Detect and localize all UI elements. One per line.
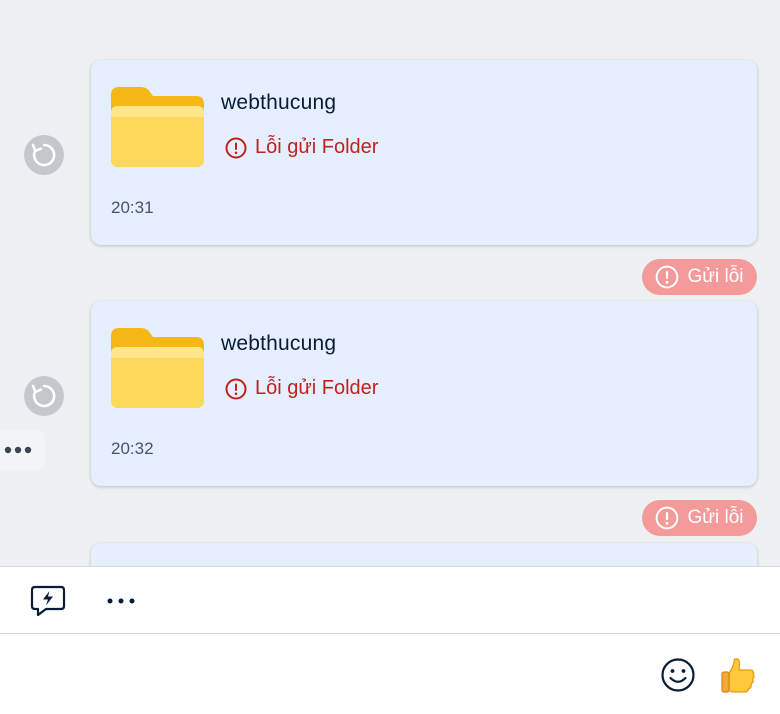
file-message-card[interactable]: webthucung Lỗi gửi Folder 20:32: [91, 301, 757, 486]
emoji-button[interactable]: [660, 657, 696, 693]
message-input[interactable]: [20, 644, 640, 704]
thumbs-up-icon: [721, 658, 755, 693]
retry-icon: [31, 384, 56, 408]
send-error: Lỗi gửi Folder: [225, 136, 378, 159]
send-error: Lỗi gửi Folder: [225, 377, 378, 400]
file-name: webthucung: [221, 332, 337, 355]
quick-message-button[interactable]: [28, 581, 68, 621]
send-failed-badge: Gửi lỗi: [642, 259, 757, 295]
folder-icon: [111, 328, 204, 408]
error-circle-icon: [225, 137, 247, 158]
send-failed-text: Gửi lỗi: [687, 266, 744, 287]
file-name: webthucung: [221, 91, 337, 114]
file-message-card[interactable]: [91, 543, 757, 566]
emoji-icon: [661, 658, 695, 692]
message-time: 20:31: [111, 198, 154, 217]
retry-send-button[interactable]: [24, 376, 64, 416]
message-more-button[interactable]: [0, 430, 45, 470]
error-text: Lỗi gửi Folder: [255, 136, 379, 158]
chat-area: webthucung Lỗi gửi Folder 20:31 Gửi lỗi: [0, 0, 780, 566]
error-circle-icon: [656, 506, 679, 530]
more-dots-icon: [4, 446, 32, 454]
send-failed-badge: Gửi lỗi: [642, 500, 757, 536]
error-text: Lỗi gửi Folder: [255, 377, 379, 399]
folder-icon: [111, 87, 204, 167]
message-time: 20:32: [111, 439, 154, 458]
more-options-button[interactable]: [101, 581, 141, 621]
error-circle-icon: [225, 378, 247, 399]
retry-send-button[interactable]: [24, 135, 64, 175]
send-failed-text: Gửi lỗi: [687, 507, 744, 528]
more-dots-icon: [107, 598, 135, 604]
file-message-card[interactable]: webthucung Lỗi gửi Folder 20:31: [91, 60, 757, 245]
message-composer: [0, 634, 780, 714]
like-button[interactable]: [719, 656, 757, 694]
error-circle-icon: [656, 265, 679, 289]
retry-icon: [31, 143, 56, 167]
quick-message-icon: [30, 585, 66, 617]
composer-toolbar: [0, 566, 780, 634]
